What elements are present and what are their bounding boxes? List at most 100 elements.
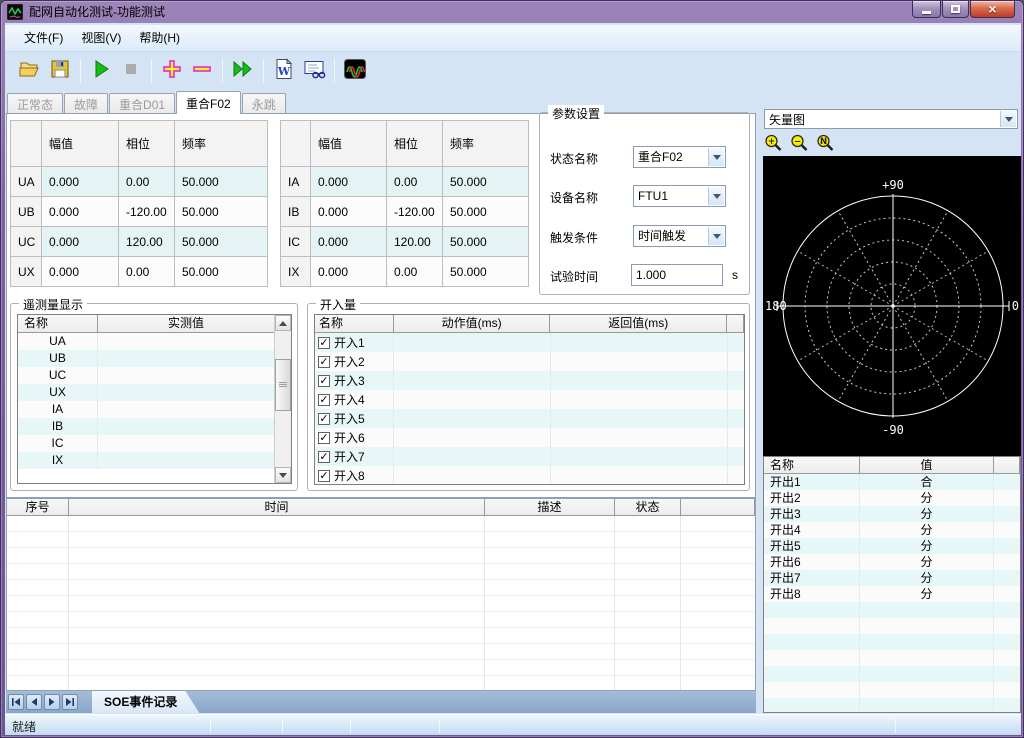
start-button[interactable] <box>86 57 116 85</box>
amplitude-cell[interactable]: 0.000 <box>42 197 119 227</box>
telemetry-scrollbar[interactable] <box>274 315 291 483</box>
checkbox-checked[interactable]: ✓ <box>318 451 330 463</box>
last-page-icon[interactable] <box>62 694 78 710</box>
state-name-combobox[interactable]: 重合F02 <box>633 146 726 168</box>
frequency-cell[interactable]: 50.000 <box>175 167 268 197</box>
column-header: 时间 <box>69 499 485 515</box>
fast-forward-button[interactable] <box>228 57 258 85</box>
menu-item-2[interactable]: 帮助(H) <box>130 25 189 51</box>
list-item[interactable]: IX <box>18 452 291 469</box>
table-row: IA0.0000.0050.000 <box>281 167 529 197</box>
list-item[interactable]: UA <box>18 333 291 350</box>
tab-正常态[interactable]: 正常态 <box>7 93 63 114</box>
tab-soe-events[interactable]: SOE事件记录 <box>92 691 199 713</box>
menu-item-0[interactable]: 文件(F) <box>15 25 72 51</box>
list-item[interactable]: IA <box>18 401 291 418</box>
frequency-cell[interactable]: 50.000 <box>443 257 529 287</box>
phase-cell[interactable]: -120.00 <box>119 197 175 227</box>
open-file-button[interactable] <box>15 57 45 85</box>
prev-page-icon[interactable] <box>26 694 42 710</box>
amplitude-cell[interactable]: 0.000 <box>311 257 387 287</box>
phase-cell[interactable]: 0.00 <box>387 257 443 287</box>
amplitude-cell[interactable]: 0.000 <box>311 167 387 197</box>
preview-button[interactable] <box>299 57 329 85</box>
list-item[interactable]: ✓开入2 <box>315 352 744 371</box>
polar-label-right: 0 <box>1012 299 1019 313</box>
checkbox-checked[interactable]: ✓ <box>318 394 330 406</box>
zoom-in-icon[interactable]: + <box>764 134 783 153</box>
frequency-cell[interactable]: 50.000 <box>175 227 268 257</box>
first-page-icon[interactable] <box>8 694 24 710</box>
zoom-out-icon[interactable]: − <box>790 134 809 153</box>
chevron-down-icon[interactable] <box>708 148 724 166</box>
phase-cell[interactable]: 0.00 <box>387 167 443 197</box>
list-item[interactable]: ✓开入4 <box>315 390 744 409</box>
phase-cell[interactable]: 120.00 <box>119 227 175 257</box>
next-page-icon[interactable] <box>44 694 60 710</box>
list-item[interactable]: IC <box>18 435 291 452</box>
amplitude-cell[interactable]: 0.000 <box>42 257 119 287</box>
checkbox-checked[interactable]: ✓ <box>318 470 330 482</box>
list-item[interactable]: ✓开入6 <box>315 428 744 447</box>
tab-故障[interactable]: 故障 <box>64 93 108 114</box>
list-item[interactable]: ✓开入5 <box>315 409 744 428</box>
scroll-up-icon[interactable] <box>275 315 291 331</box>
checkbox-checked[interactable]: ✓ <box>318 356 330 368</box>
remove-button[interactable] <box>187 57 217 85</box>
list-item[interactable]: ✓开入8 <box>315 466 744 485</box>
list-item[interactable]: ✓开入3 <box>315 371 744 390</box>
frequency-cell[interactable]: 50.000 <box>175 197 268 227</box>
phase-cell[interactable]: 120.00 <box>387 227 443 257</box>
list-item[interactable]: UB <box>18 350 291 367</box>
amplitude-cell[interactable]: 0.000 <box>311 227 387 257</box>
blank-cell <box>994 570 1020 586</box>
save-button[interactable] <box>45 57 75 85</box>
test-time-input[interactable] <box>631 264 723 286</box>
menu-item-1[interactable]: 视图(V) <box>72 25 130 51</box>
list-item[interactable]: UX <box>18 384 291 401</box>
minimize-button[interactable] <box>912 1 941 18</box>
amplitude-cell[interactable]: 0.000 <box>42 227 119 257</box>
checkbox-checked[interactable]: ✓ <box>318 413 330 425</box>
client-area: 文件(F)视图(V)帮助(H) W 正常态故障重合D01重合F02永跳 幅值相位… <box>5 23 1021 735</box>
close-button[interactable]: × <box>970 1 1015 18</box>
frequency-cell[interactable]: 50.000 <box>443 227 529 257</box>
titlebar[interactable]: 配网自动化测试-功能测试 × <box>1 1 1023 23</box>
amplitude-cell[interactable]: 0.000 <box>311 197 387 227</box>
view-selector-combobox[interactable]: 矢量图 <box>764 109 1018 129</box>
add-button[interactable] <box>157 57 187 85</box>
stop-button[interactable] <box>116 57 146 85</box>
list-item[interactable]: UC <box>18 367 291 384</box>
checkbox-checked[interactable]: ✓ <box>318 432 330 444</box>
checkbox-checked[interactable]: ✓ <box>318 375 330 387</box>
amplitude-cell[interactable]: 0.000 <box>42 167 119 197</box>
name-cell: 开出6 <box>764 554 860 570</box>
scrollbar-thumb[interactable] <box>275 359 291 411</box>
word-report-button[interactable]: W <box>269 57 299 85</box>
phase-cell[interactable]: 0.00 <box>119 257 175 287</box>
phase-cell[interactable]: 0.00 <box>119 167 175 197</box>
waveform-button[interactable] <box>340 57 370 85</box>
tab-永跳[interactable]: 永跳 <box>242 93 286 114</box>
frequency-cell[interactable]: 50.000 <box>443 197 529 227</box>
device-name-combobox[interactable]: FTU1 <box>633 185 726 207</box>
tab-重合F02[interactable]: 重合F02 <box>176 91 241 114</box>
frequency-cell[interactable]: 50.000 <box>443 167 529 197</box>
chevron-down-icon[interactable] <box>708 227 724 245</box>
trigger-condition-combobox[interactable]: 时间触发 <box>633 225 726 247</box>
list-item[interactable]: IB <box>18 418 291 435</box>
action-value-cell <box>394 428 551 447</box>
zoom-reset-icon[interactable]: N <box>816 134 835 153</box>
maximize-button[interactable] <box>942 1 969 18</box>
frequency-cell[interactable]: 50.000 <box>175 257 268 287</box>
scroll-down-icon[interactable] <box>275 467 291 483</box>
empty-row <box>764 618 1020 634</box>
minimize-icon <box>922 11 931 14</box>
tab-重合D01[interactable]: 重合D01 <box>109 93 175 114</box>
list-item[interactable]: ✓开入1 <box>315 333 744 352</box>
chevron-down-icon[interactable] <box>708 187 724 205</box>
chevron-down-icon[interactable] <box>1000 111 1016 127</box>
list-item[interactable]: ✓开入7 <box>315 447 744 466</box>
phase-cell[interactable]: -120.00 <box>387 197 443 227</box>
checkbox-checked[interactable]: ✓ <box>318 337 330 349</box>
